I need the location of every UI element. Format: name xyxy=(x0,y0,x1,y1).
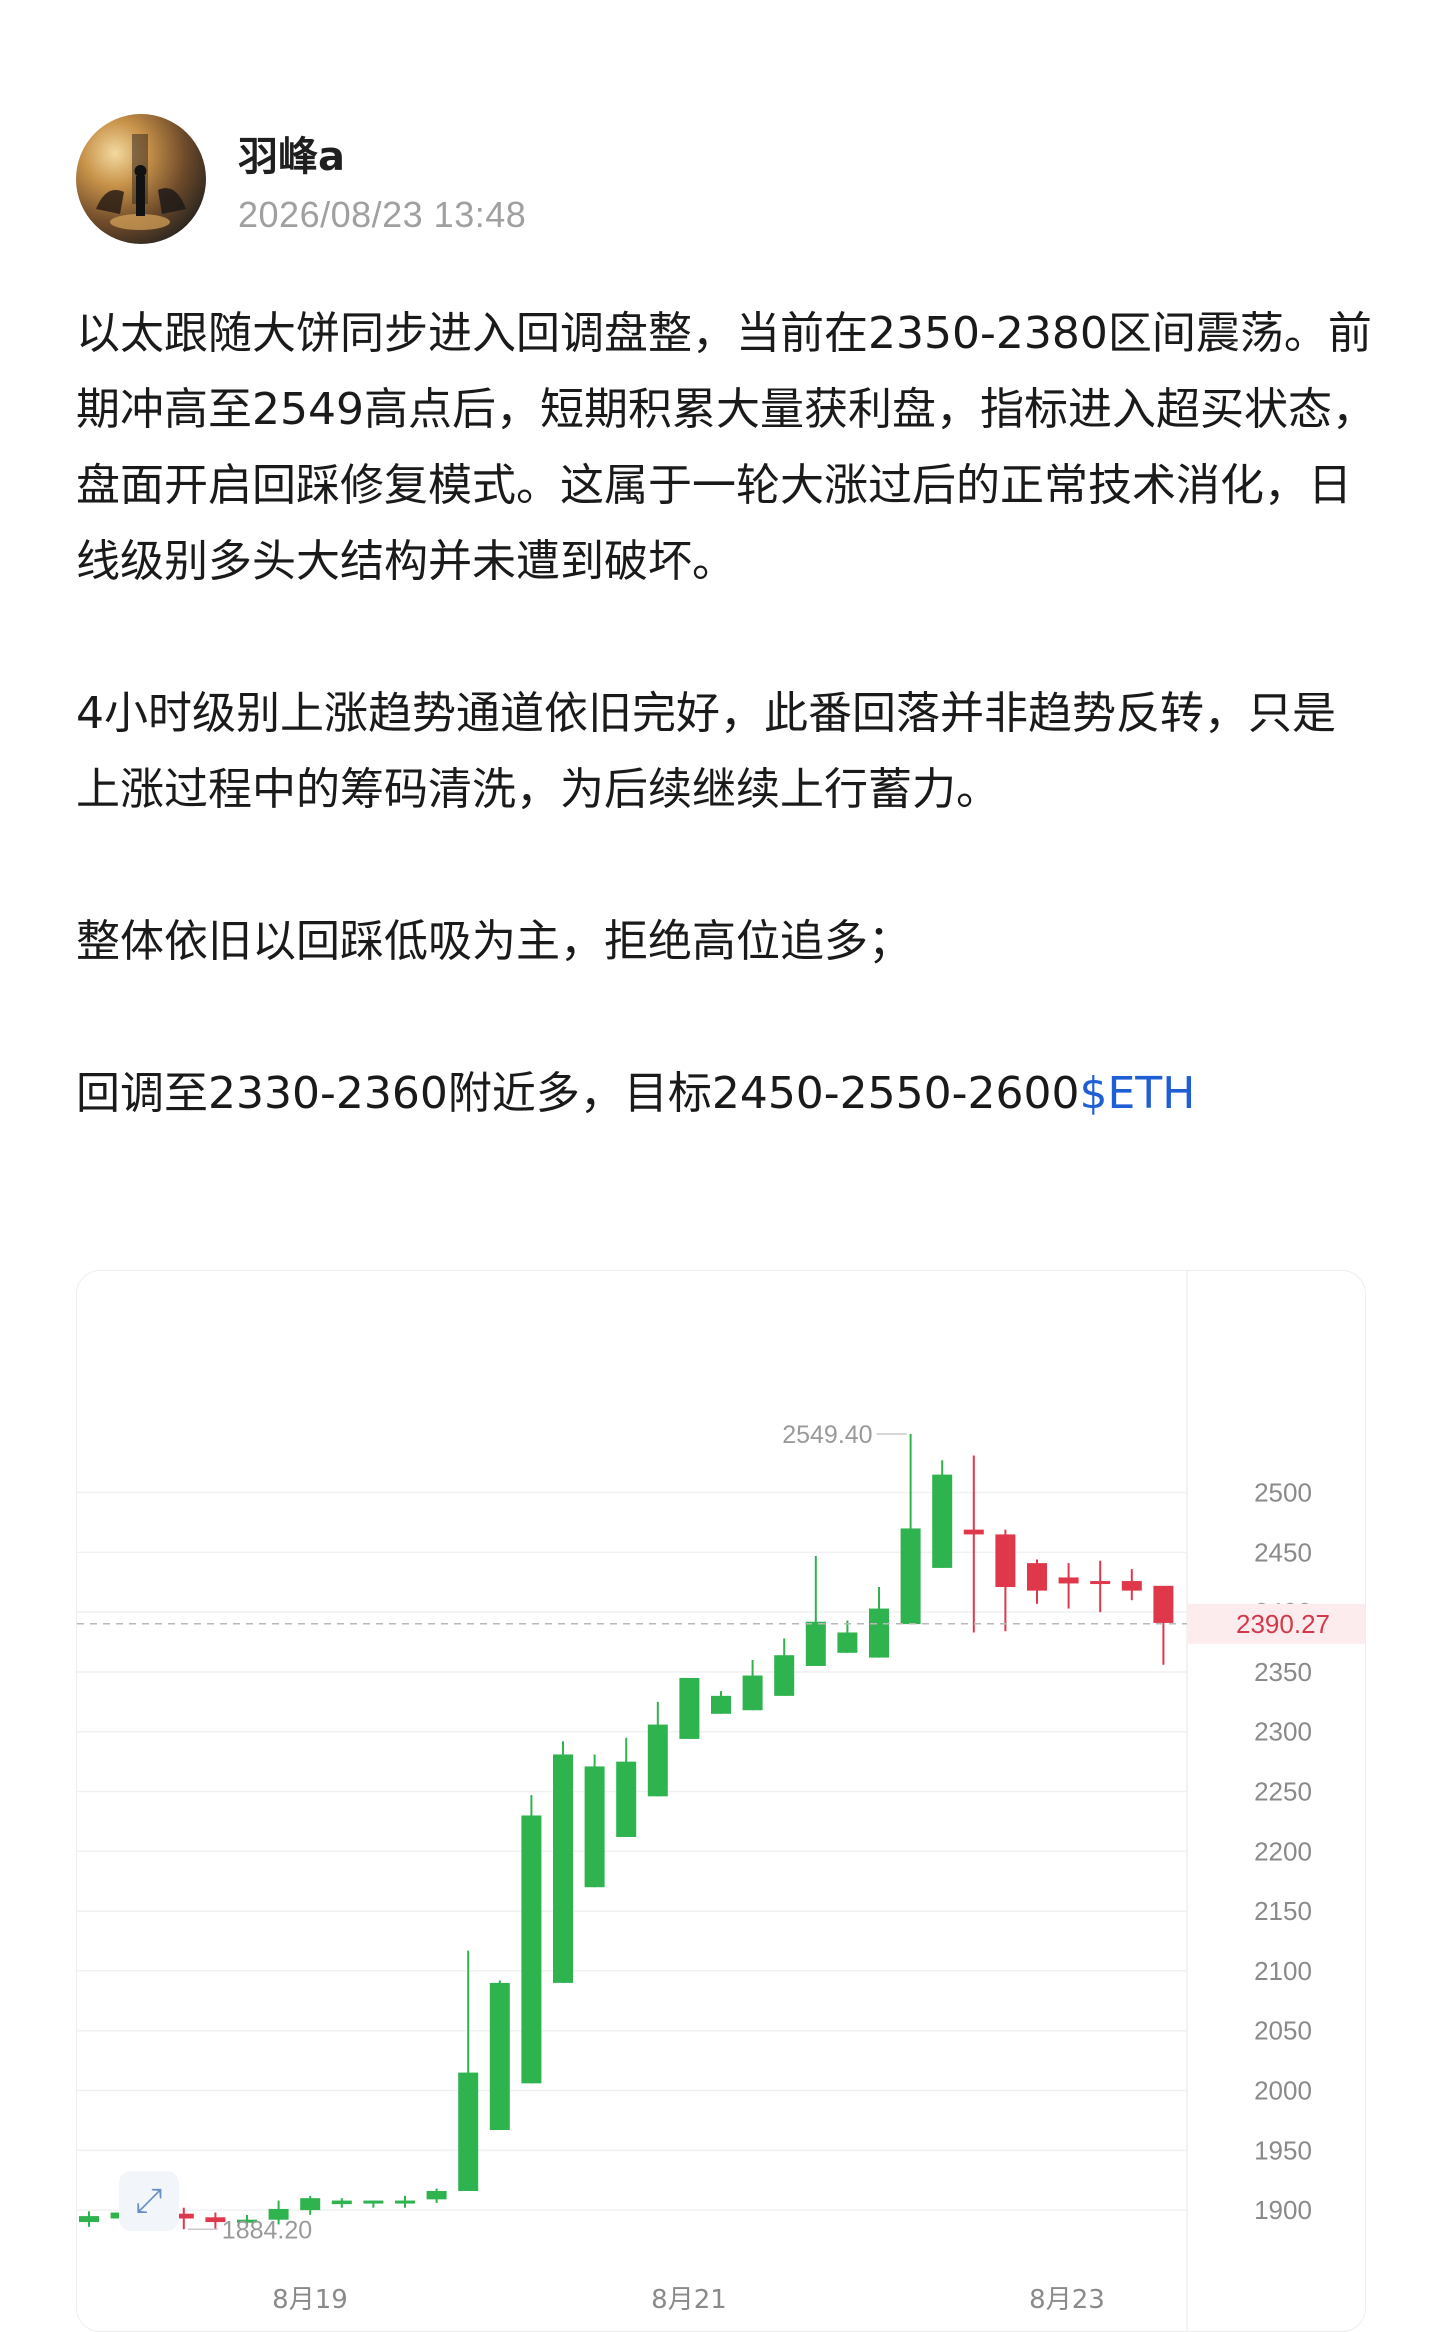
candle-body xyxy=(647,1724,668,1797)
y-tick-label: 1900 xyxy=(1254,2195,1312,2225)
candle-body xyxy=(963,1529,984,1535)
candle-body xyxy=(521,1815,542,2084)
post-paragraph: 4小时级别上涨趋势通道依旧完好，此番回落并非趋势反转，只是上涨过程中的筹码清洗，… xyxy=(76,688,1336,815)
y-tick-label: 2100 xyxy=(1254,1956,1312,1986)
y-tick-label: 2200 xyxy=(1254,1836,1312,1866)
candle-body xyxy=(616,1761,637,1837)
post-paragraph: 整体依旧以回踩低吸为主，拒绝高位追多； xyxy=(76,916,912,967)
y-tick-label: 2250 xyxy=(1254,1777,1312,1807)
candlestick-chart: 1900 1950 2000 2050 2100 2150 2200 2250 2300 2350… xyxy=(77,1271,1365,2331)
x-tick-label: 8月23 xyxy=(1029,2285,1105,2315)
x-tick-label: 8月21 xyxy=(651,2285,727,2315)
candle-body xyxy=(426,2190,447,2200)
post-header: 羽峰a 2026/08/23 13:48 xyxy=(76,112,1376,252)
post-body: 以太跟随大饼同步进入回调盘整，当前在2350-2380区间震荡。前期冲高至254… xyxy=(76,296,1376,1132)
expand-arrows-icon[interactable]: ⤢ xyxy=(119,2171,179,2231)
candle-body xyxy=(395,2200,415,2204)
y-tick-label: 2500 xyxy=(1254,1478,1312,1508)
candle-body xyxy=(837,1632,858,1653)
y-tick-label: 2050 xyxy=(1254,2016,1312,2046)
post-paragraph-target: 回调至2330-2360附近多，目标2450-2550-2600$ETH xyxy=(76,1056,1376,1132)
candle-body xyxy=(300,2198,321,2211)
candle-body xyxy=(489,1982,510,2130)
candle-body xyxy=(742,1675,763,1711)
candle-body xyxy=(869,1608,889,1658)
candle-body xyxy=(805,1621,826,1666)
post-paragraph-text: 回调至2330-2360附近多，目标2450-2550-2600 xyxy=(76,1068,1080,1119)
avatar-image xyxy=(96,134,186,230)
candle-body xyxy=(1027,1563,1047,1591)
y-tick-label: 2450 xyxy=(1254,1537,1312,1567)
candle-body xyxy=(995,1534,1016,1588)
high-price-label: 2549.40 xyxy=(782,1421,872,1449)
candle-body xyxy=(1121,1581,1142,1591)
candle-body xyxy=(331,2200,352,2205)
y-tick-label: 2300 xyxy=(1254,1717,1312,1747)
candle-body xyxy=(1058,1577,1079,1584)
candle-body xyxy=(79,2216,99,2223)
y-tick-label: 2150 xyxy=(1254,1896,1312,1926)
candle-body xyxy=(1090,1581,1111,1585)
candle-body xyxy=(774,1655,795,1696)
post-paragraph: 以太跟随大饼同步进入回调盘整，当前在2350-2380区间震荡。前期冲高至254… xyxy=(76,308,1376,587)
x-tick-label: 8月19 xyxy=(272,2285,348,2315)
candle-body xyxy=(711,1695,731,1714)
y-tick-label: 2000 xyxy=(1254,2076,1312,2106)
candle-body xyxy=(932,1474,953,1568)
y-tick-label: 2350 xyxy=(1254,1657,1312,1687)
author-name[interactable]: 羽峰a xyxy=(238,124,345,182)
candle-body xyxy=(1153,1585,1174,1623)
y-tick-label: 1950 xyxy=(1254,2135,1312,2165)
avatar[interactable] xyxy=(76,114,206,244)
candle-body xyxy=(679,1677,700,1739)
low-price-label: 1884.20 xyxy=(222,2216,312,2244)
candle-body xyxy=(584,1766,605,1888)
post-timestamp: 2026/08/23 13:48 xyxy=(238,194,527,235)
price-chart-card[interactable]: 1900 1950 2000 2050 2100 2150 2200 2250 2300 2350… xyxy=(76,1270,1366,2332)
candle-body xyxy=(900,1528,921,1625)
candle-body xyxy=(363,2200,384,2204)
ticker-link[interactable]: $ETH xyxy=(1080,1068,1196,1119)
candle-body xyxy=(553,1754,573,1983)
current-price-label: 2390.27 xyxy=(1236,1609,1330,1639)
candle-body xyxy=(458,2072,479,2191)
